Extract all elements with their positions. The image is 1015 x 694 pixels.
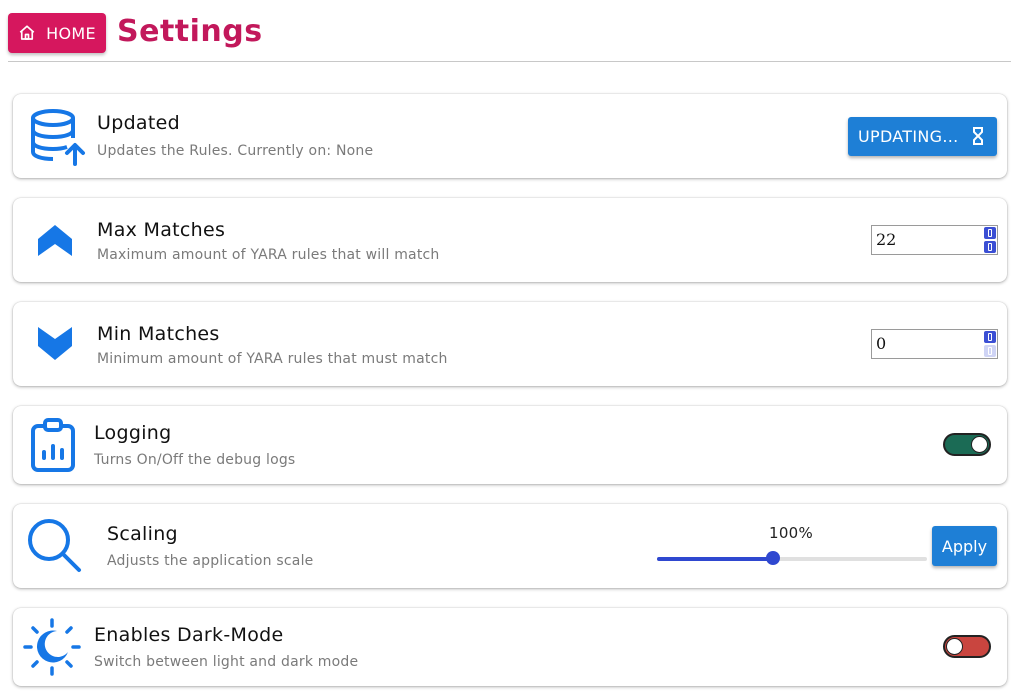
clipboard-chart-icon bbox=[31, 418, 75, 472]
update-button-label: UPDATING... bbox=[858, 127, 959, 146]
logging-card: Logging Turns On/Off the debug logs bbox=[13, 406, 1007, 484]
scaling-value: 100% bbox=[769, 524, 814, 542]
dark-mode-desc: Switch between light and dark mode bbox=[94, 654, 359, 670]
home-button[interactable]: HOME bbox=[8, 13, 106, 53]
home-icon bbox=[19, 25, 35, 40]
max-matches-desc: Maximum amount of YARA rules that will m… bbox=[97, 247, 440, 263]
scaling-title: Scaling bbox=[107, 523, 178, 545]
scaling-card: Scaling Adjusts the application scale 10… bbox=[13, 504, 1007, 588]
update-card: Updated Updates the Rules. Currently on:… bbox=[13, 94, 1007, 178]
hourglass-icon bbox=[973, 127, 983, 145]
slider-thumb[interactable] bbox=[766, 551, 781, 565]
increment-button[interactable] bbox=[984, 331, 996, 343]
dark-mode-title: Enables Dark-Mode bbox=[94, 624, 284, 646]
home-label: HOME bbox=[46, 23, 96, 43]
min-matches-title: Min Matches bbox=[97, 323, 220, 345]
logging-title: Logging bbox=[94, 422, 172, 444]
sun-moon-icon bbox=[23, 618, 81, 676]
scaling-slider[interactable]: 100% bbox=[657, 524, 927, 574]
apply-button[interactable]: Apply bbox=[932, 526, 997, 566]
min-matches-value: 0 bbox=[876, 334, 887, 353]
max-matches-title: Max Matches bbox=[97, 219, 226, 241]
dark-mode-toggle[interactable] bbox=[943, 635, 991, 658]
max-matches-card: Max Matches Maximum amount of YARA rules… bbox=[13, 198, 1007, 282]
decrement-button[interactable] bbox=[984, 345, 996, 357]
header: HOME Settings bbox=[8, 12, 1011, 62]
min-matches-input[interactable]: 0 bbox=[871, 329, 998, 359]
min-matches-desc: Minimum amount of YARA rules that must m… bbox=[97, 351, 448, 367]
max-matches-input[interactable]: 22 bbox=[871, 225, 998, 255]
logging-desc: Turns On/Off the debug logs bbox=[94, 452, 296, 468]
logging-toggle[interactable] bbox=[943, 433, 991, 456]
chevron-down-icon bbox=[38, 327, 72, 360]
slider-track[interactable] bbox=[657, 557, 927, 561]
scaling-desc: Adjusts the application scale bbox=[107, 553, 314, 569]
slider-fill bbox=[657, 557, 774, 561]
magnifier-icon bbox=[28, 519, 81, 572]
chevron-up-icon bbox=[38, 225, 72, 256]
decrement-button[interactable] bbox=[984, 241, 996, 253]
update-title: Updated bbox=[97, 112, 180, 134]
max-matches-value: 22 bbox=[876, 230, 897, 249]
toggle-knob bbox=[971, 436, 988, 453]
update-desc: Updates the Rules. Currently on: None bbox=[97, 143, 374, 159]
increment-button[interactable] bbox=[984, 227, 996, 239]
database-upload-icon bbox=[31, 109, 85, 166]
toggle-knob bbox=[946, 638, 963, 655]
page-title: Settings bbox=[117, 14, 263, 49]
min-matches-card: Min Matches Minimum amount of YARA rules… bbox=[13, 302, 1007, 386]
dark-mode-card: Enables Dark-Mode Switch between light a… bbox=[13, 608, 1007, 686]
update-button[interactable]: UPDATING... bbox=[848, 117, 997, 156]
